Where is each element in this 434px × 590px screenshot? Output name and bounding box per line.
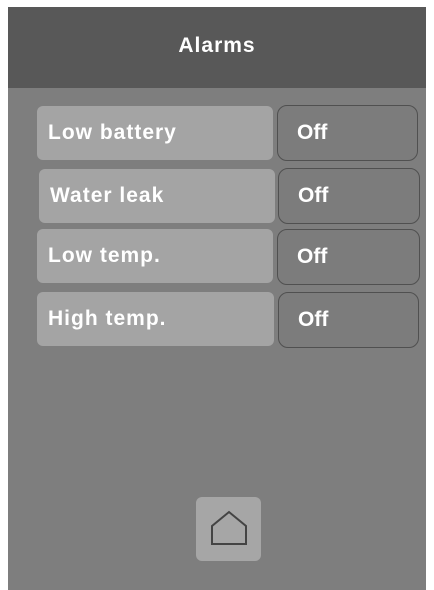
alarm-value-button[interactable]: Off	[277, 105, 418, 161]
alarm-label: Low temp.	[37, 229, 273, 283]
alarm-value-button[interactable]: Off	[278, 168, 420, 224]
home-icon	[209, 508, 249, 551]
page-title: Alarms	[178, 34, 256, 57]
alarm-row-low-temp: Low temp. Off	[8, 229, 426, 287]
alarm-row-low-battery: Low battery Off	[8, 105, 426, 164]
alarms-screen: Alarms Low battery Off Water leak Off Lo…	[8, 7, 426, 590]
alarm-label: Water leak	[39, 169, 275, 223]
alarm-label: Low battery	[37, 106, 273, 160]
alarm-row-water-leak: Water leak Off	[8, 168, 426, 227]
header-bar: Alarms	[8, 7, 426, 88]
alarm-value-button[interactable]: Off	[278, 292, 419, 348]
alarm-label: High temp.	[37, 292, 274, 346]
alarm-row-high-temp: High temp. Off	[8, 292, 426, 350]
alarm-value-button[interactable]: Off	[277, 229, 420, 285]
home-button[interactable]	[196, 497, 261, 561]
